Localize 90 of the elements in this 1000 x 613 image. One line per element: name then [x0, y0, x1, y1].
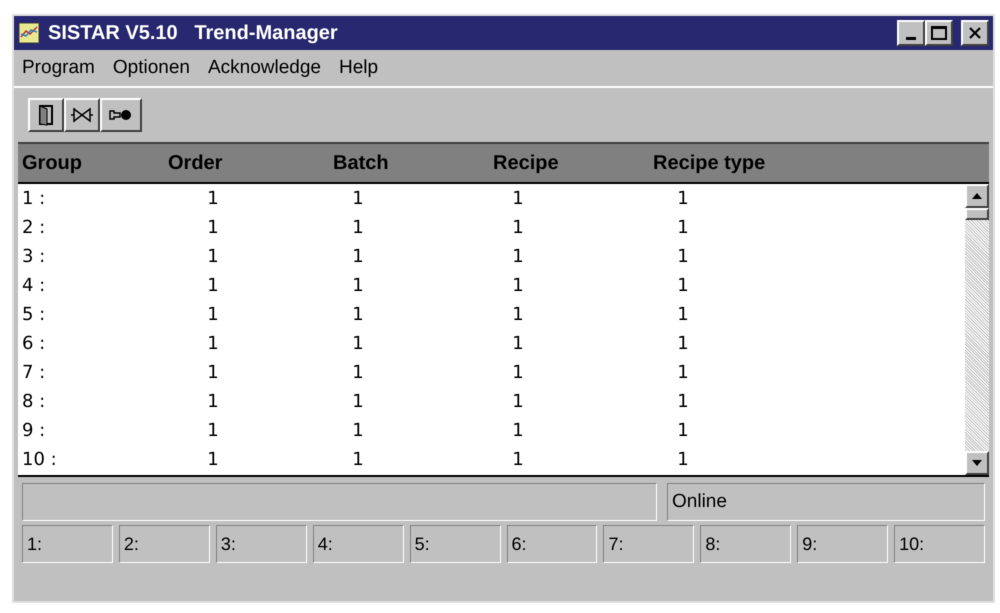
table-cell: 1	[207, 217, 219, 238]
table-cell: 1	[352, 275, 364, 296]
column-header: Group	[21, 152, 82, 174]
table-cell: 3 :	[22, 246, 46, 267]
scroll-thumb[interactable]	[965, 208, 989, 220]
table-cell: 1	[207, 333, 219, 354]
table-cell: 8 :	[22, 391, 46, 412]
group-label: 9:	[802, 532, 818, 556]
up-arrow-icon	[972, 193, 982, 199]
table-cell: 6 :	[22, 333, 46, 354]
group-label: 3:	[220, 532, 236, 556]
table-cell: 1	[677, 420, 689, 441]
status-text: Online	[672, 490, 727, 514]
scroll-up-button[interactable]	[965, 184, 989, 208]
table-cell: 1	[352, 420, 364, 441]
table-cell: 1	[677, 275, 689, 296]
menu-item[interactable]: Help	[339, 54, 378, 82]
group-label: 6:	[512, 532, 527, 556]
table-cell: 1	[512, 391, 524, 412]
group-label: 10:	[899, 532, 924, 556]
table-cell: 1	[207, 188, 219, 209]
column-header: Recipe type	[653, 152, 766, 174]
scrollbar[interactable]	[965, 184, 989, 475]
table-cell: 1	[207, 275, 219, 296]
maximize-icon	[931, 26, 947, 40]
table-cell: 1	[352, 449, 364, 470]
table-cell: 1	[207, 246, 219, 267]
table-cell: 1	[512, 217, 524, 238]
table-cell: 1	[677, 362, 689, 383]
table-cell: 1	[677, 333, 689, 354]
table-cell: 1	[512, 420, 524, 441]
menu-item[interactable]: Program	[22, 54, 95, 82]
table-cell: 1	[512, 362, 524, 383]
menu-item[interactable]: Acknowledge	[208, 54, 322, 82]
table-cell: 10 :	[22, 449, 57, 470]
table-cell: 9 :	[22, 420, 46, 441]
column-header: Recipe	[493, 152, 559, 174]
group-label: 8:	[705, 532, 720, 556]
group-label: 5:	[414, 532, 430, 556]
table-cell: 1	[352, 362, 364, 383]
chart-icon	[18, 22, 40, 44]
column-header: Batch	[333, 152, 389, 174]
table-cell: 1	[512, 304, 524, 325]
maximize-button[interactable]	[925, 20, 953, 46]
table-cell: 1	[352, 217, 364, 238]
table-cell: 1	[677, 391, 689, 412]
close-icon	[968, 26, 982, 40]
table-cell: 1	[207, 420, 219, 441]
table-cell: 4 :	[22, 275, 46, 296]
table-cell: 1	[207, 449, 219, 470]
table-cell: 7 :	[22, 362, 46, 383]
table-cell: 1	[207, 391, 219, 412]
table-cell: 1 :	[22, 188, 46, 209]
menu-item[interactable]: Optionen	[112, 54, 190, 82]
group-label: 7:	[608, 532, 624, 556]
table-cell: 1	[352, 304, 364, 325]
door-icon	[38, 104, 54, 126]
minimize-button[interactable]	[897, 20, 925, 46]
key-button[interactable]	[100, 98, 142, 132]
window-title: SISTAR V5.10 Trend-Manager	[48, 21, 338, 46]
table-cell: 1	[512, 333, 524, 354]
table-cell: 1	[677, 304, 689, 325]
table-cell: 1	[512, 188, 524, 209]
column-header: Order	[168, 152, 222, 174]
table-cell: 1	[677, 188, 689, 209]
table-cell: 1	[352, 391, 364, 412]
table-cell: 1	[677, 246, 689, 267]
table-cell: 1	[352, 333, 364, 354]
scroll-down-button[interactable]	[965, 451, 989, 475]
table-cell: 5 :	[22, 304, 46, 325]
minimize-icon	[906, 37, 916, 40]
valve-button[interactable]	[64, 98, 100, 132]
valve-icon	[70, 106, 94, 124]
table-cell: 1	[677, 449, 689, 470]
table-cell: 1	[512, 275, 524, 296]
table-cell: 1	[352, 188, 364, 209]
table-cell: 1	[352, 246, 364, 267]
table-cell: 1	[207, 304, 219, 325]
table-cell: 1	[512, 246, 524, 267]
table-cell: 2 :	[22, 217, 46, 238]
group-label: 4:	[318, 532, 333, 556]
group-label: 1:	[27, 532, 42, 556]
door-button[interactable]	[28, 98, 64, 132]
key-icon	[108, 108, 134, 122]
group-label: 2:	[124, 532, 139, 556]
down-arrow-icon	[972, 460, 982, 466]
close-button[interactable]	[961, 20, 989, 46]
table-cell: 1	[677, 217, 689, 238]
table-cell: 1	[512, 449, 524, 470]
table-cell: 1	[207, 362, 219, 383]
